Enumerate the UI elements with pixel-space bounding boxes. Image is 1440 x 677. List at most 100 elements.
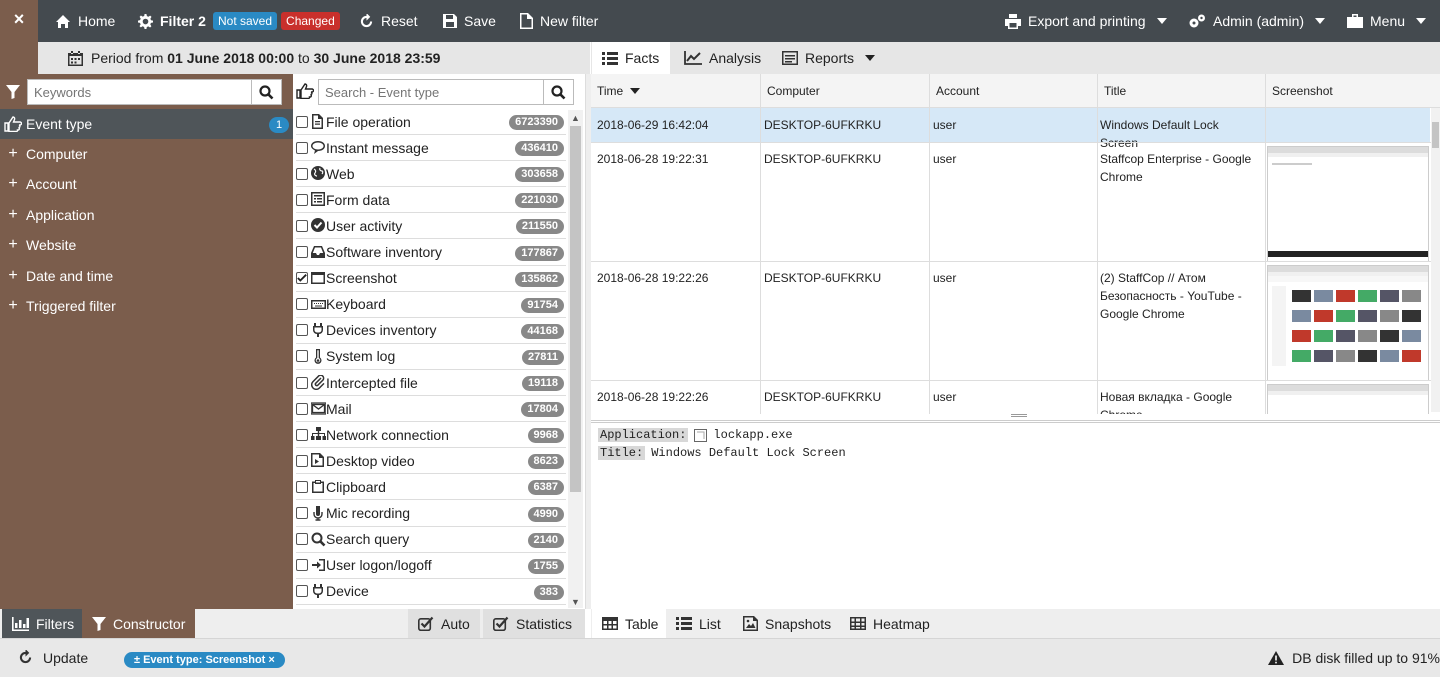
event-type-item[interactable]: Keyboard 91754 [296, 292, 566, 318]
event-type-search-input[interactable] [319, 80, 545, 104]
event-type-item[interactable]: Mic recording 4990 [296, 501, 566, 527]
event-type-checkbox[interactable] [296, 454, 308, 467]
scrollbar-thumb[interactable] [570, 126, 581, 492]
event-type-checkbox[interactable] [296, 167, 308, 180]
filter-category-computer[interactable]: + Computer [0, 139, 293, 169]
plug-icon [311, 322, 326, 338]
panel-corner [0, 42, 38, 74]
event-type-checkbox[interactable] [296, 350, 308, 363]
tab-snapshots[interactable]: Snapshots [733, 609, 841, 638]
filter-category-application[interactable]: + Application [0, 200, 293, 230]
scroll-down-icon[interactable]: ▼ [570, 597, 581, 607]
auto-toggle[interactable]: Auto [408, 609, 480, 638]
event-type-item[interactable]: System log 27811 [296, 344, 566, 370]
tab-list[interactable]: List [666, 609, 731, 638]
tab-heatmap[interactable]: Heatmap [840, 609, 940, 638]
reset-label: Reset [381, 13, 418, 29]
column-screenshot[interactable]: Screenshot [1265, 74, 1440, 108]
user-menu[interactable]: Admin (admin) [1188, 0, 1326, 42]
filter-category-event-type[interactable]: Event type 1 [0, 109, 293, 139]
scrollbar-thumb[interactable] [1432, 122, 1439, 148]
globe-icon [311, 166, 326, 181]
event-type-item[interactable]: Intercepted file 19118 [296, 370, 566, 396]
reset-button[interactable]: Reset [359, 0, 418, 42]
gears-icon [1188, 14, 1206, 29]
plus-icon: + [8, 267, 18, 284]
column-computer[interactable]: Computer [760, 74, 929, 108]
event-type-item[interactable]: User activity 211550 [296, 213, 566, 240]
screenshot-thumbnail[interactable] [1267, 384, 1429, 414]
event-type-item[interactable]: Search query 2140 [296, 527, 566, 553]
event-type-checkbox[interactable] [296, 141, 308, 154]
period-selector[interactable]: Period from 01 June 2018 00:00 to 30 Jun… [68, 42, 440, 74]
event-type-checkbox[interactable] [296, 219, 308, 232]
tab-table-label: Table [625, 615, 659, 632]
event-type-item[interactable]: Mail 17804 [296, 396, 566, 423]
keywords-input[interactable] [28, 80, 253, 104]
statistics-toggle[interactable]: Statistics [483, 609, 585, 638]
home-icon [55, 14, 71, 29]
keywords-search-button[interactable] [251, 80, 281, 104]
event-type-checkbox[interactable] [296, 272, 308, 285]
tab-table[interactable]: Table [592, 609, 666, 638]
update-button[interactable]: Update [18, 638, 88, 677]
column-title[interactable]: Title [1097, 74, 1265, 108]
filter-category-date-and-time[interactable]: + Date and time [0, 261, 293, 291]
event-type-checkbox[interactable] [296, 533, 308, 546]
event-type-checkbox[interactable] [296, 402, 308, 415]
new-filter-button[interactable]: New filter [520, 0, 598, 42]
event-type-checkbox[interactable] [296, 559, 308, 572]
event-type-item[interactable]: Clipboard 6387 [296, 474, 566, 501]
grid-scrollbar[interactable] [1431, 108, 1440, 412]
filter-name[interactable]: Filter 2 [138, 0, 206, 42]
resize-handle[interactable] [1011, 414, 1027, 417]
plus-icon: + [8, 206, 18, 223]
tab-filters[interactable]: Filters [2, 609, 82, 638]
event-type-item[interactable]: Devices inventory 44168 [296, 318, 566, 344]
close-button[interactable]: × [0, 0, 38, 42]
tab-reports[interactable]: Reports [782, 42, 876, 74]
selected-count-badge: 1 [269, 117, 289, 133]
event-type-item[interactable]: User logon/logoff 1755 [296, 553, 566, 579]
tab-constructor[interactable]: Constructor [82, 609, 195, 638]
save-button[interactable]: Save [443, 0, 496, 42]
filter-category-website[interactable]: + Website [0, 230, 293, 260]
event-type-checkbox[interactable] [296, 115, 308, 128]
event-type-checkbox[interactable] [296, 298, 308, 311]
event-type-item[interactable]: Web 303658 [296, 161, 566, 188]
event-type-checkbox[interactable] [296, 507, 308, 519]
screenshot-thumbnail[interactable] [1267, 146, 1429, 262]
event-type-label: Software inventory [326, 244, 442, 260]
tab-facts[interactable]: Facts [592, 42, 670, 74]
column-time[interactable]: Time [591, 74, 760, 108]
export-printing-menu[interactable]: Export and printing [1005, 0, 1167, 42]
event-type-checkbox[interactable] [296, 428, 308, 441]
filter-category-account[interactable]: + Account [0, 169, 293, 199]
event-type-item[interactable]: Screenshot 135862 [296, 266, 566, 292]
tab-analysis[interactable]: Analysis [684, 42, 761, 74]
event-type-checkbox[interactable] [296, 246, 308, 258]
active-filter-chip[interactable]: ± Event type: Screenshot × [124, 652, 285, 668]
screenshot-thumbnail[interactable] [1267, 265, 1429, 381]
column-account[interactable]: Account [929, 74, 1097, 108]
event-type-item[interactable]: Instant message 436410 [296, 135, 566, 162]
filter-category-triggered-filter[interactable]: + Triggered filter [0, 291, 293, 321]
event-type-checkbox[interactable] [296, 324, 308, 337]
event-type-search-button[interactable] [543, 80, 573, 104]
scroll-up-icon[interactable]: ▲ [570, 113, 581, 123]
event-count-badge: 211550 [515, 219, 564, 235]
check-circle-icon [311, 218, 326, 233]
main-menu[interactable]: Menu [1347, 0, 1427, 42]
event-type-item[interactable]: Network connection 9968 [296, 422, 566, 449]
event-type-item[interactable]: Software inventory 177867 [296, 240, 566, 266]
event-type-checkbox[interactable] [296, 376, 308, 389]
home-button[interactable]: Home [55, 0, 115, 42]
event-type-checkbox[interactable] [296, 193, 308, 206]
event-type-item[interactable]: File operation 6723390 [296, 109, 566, 135]
chevron-down-icon [1315, 18, 1326, 24]
event-type-item[interactable]: Form data 221030 [296, 187, 566, 214]
event-type-item[interactable]: Device 383 [296, 579, 566, 605]
event-type-checkbox[interactable] [296, 585, 308, 598]
event-type-checkbox[interactable] [296, 480, 308, 493]
event-type-item[interactable]: Desktop video 8623 [296, 448, 566, 475]
